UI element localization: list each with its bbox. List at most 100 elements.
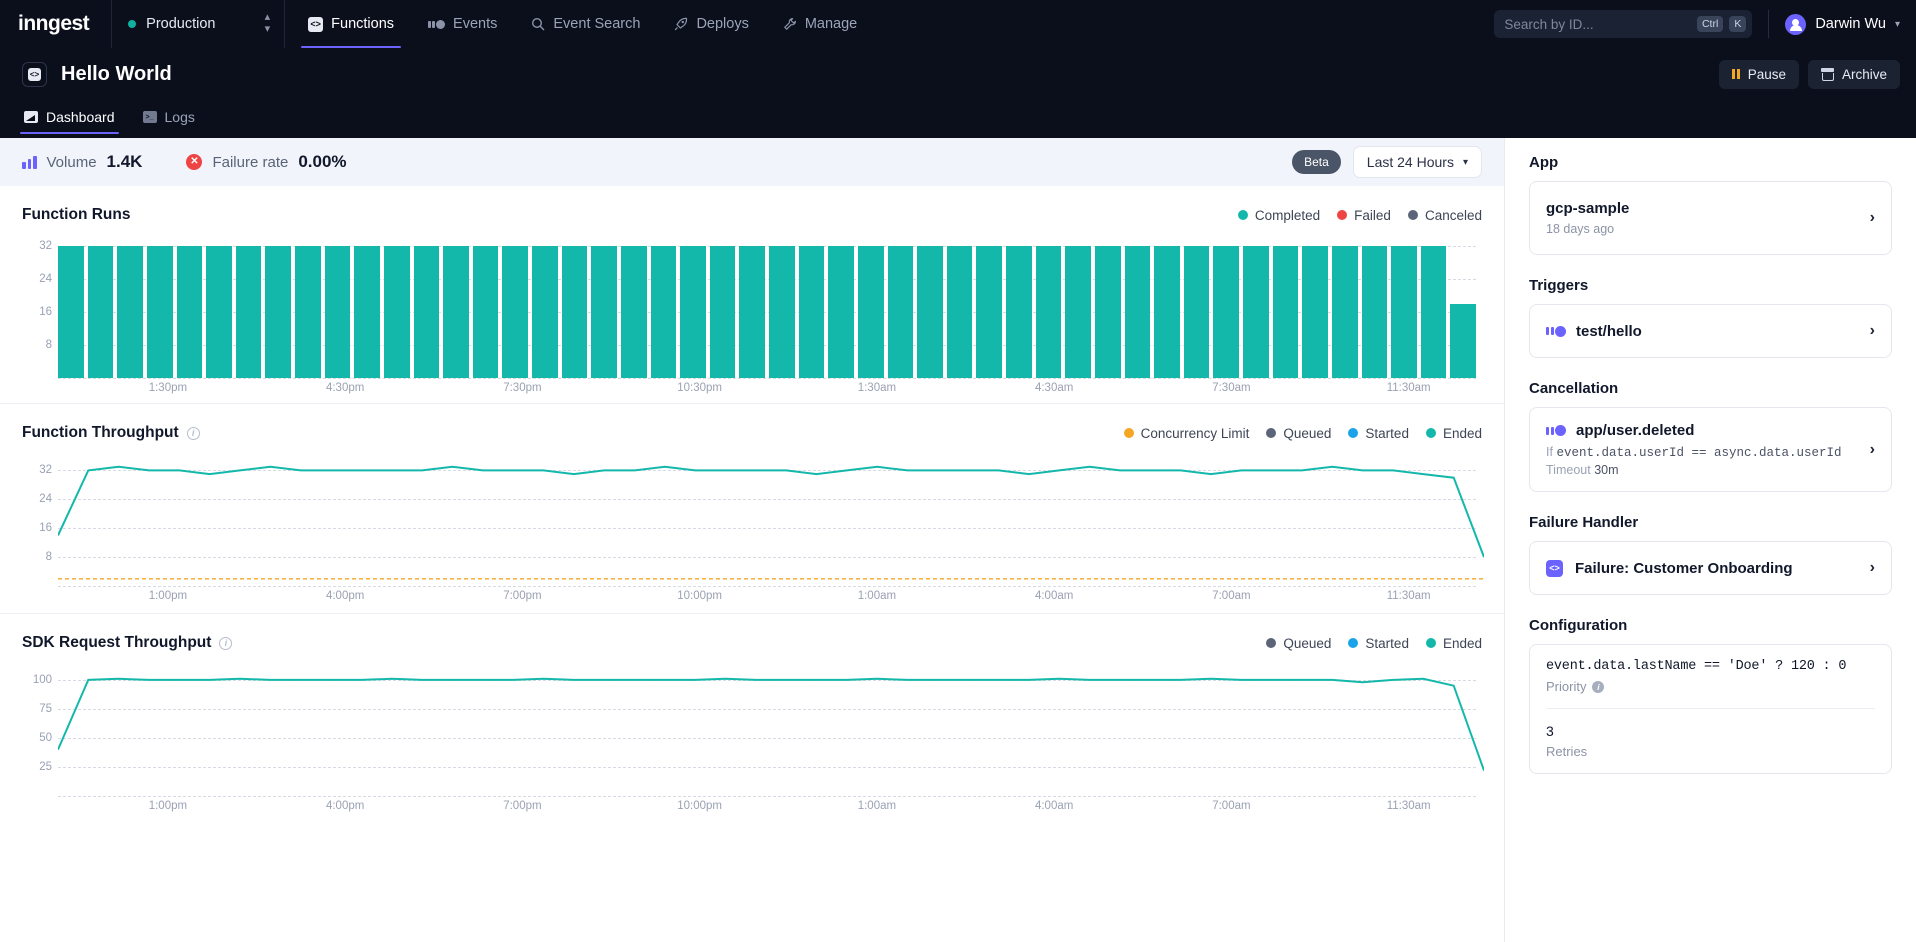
bar[interactable] — [680, 246, 706, 378]
bar[interactable] — [1036, 246, 1062, 378]
chart-sdk-throughput-legend: Queued Started Ended — [1266, 636, 1482, 651]
bar[interactable] — [976, 246, 1002, 378]
y-axis-tick: 8 — [22, 339, 52, 351]
nav-item-functions[interactable]: <> Functions — [291, 0, 411, 48]
bar[interactable] — [354, 246, 380, 378]
info-icon[interactable]: i — [219, 637, 232, 650]
bar[interactable] — [1362, 246, 1388, 378]
time-range-selector[interactable]: Last 24 Hours ▾ — [1353, 146, 1482, 178]
bar[interactable] — [799, 246, 825, 378]
chart-function-throughput-header: Function Throughput i Concurrency Limit … — [22, 420, 1482, 446]
chart-sdk-throughput-header: SDK Request Throughput i Queued Started … — [22, 630, 1482, 656]
nav-item-deploys[interactable]: Deploys — [657, 0, 765, 48]
section-label-failure-handler: Failure Handler — [1529, 514, 1892, 531]
nav-item-event-search[interactable]: Event Search — [514, 0, 657, 48]
legend-dot-started — [1348, 638, 1358, 648]
bar[interactable] — [414, 246, 440, 378]
legend-item-canceled[interactable]: Canceled — [1408, 208, 1482, 223]
bar[interactable] — [1421, 246, 1447, 378]
trigger-card[interactable]: test/hello › — [1529, 304, 1892, 358]
bar[interactable] — [828, 246, 854, 378]
chevron-right-icon: › — [1870, 441, 1875, 459]
charts-column: Volume 1.4K ✕ Failure rate 0.00% Beta La… — [0, 138, 1504, 942]
nav-item-deploys-label: Deploys — [696, 16, 748, 32]
legend-item-ended[interactable]: Ended — [1426, 426, 1482, 441]
bar[interactable] — [888, 246, 914, 378]
legend-item-started[interactable]: Started — [1348, 426, 1409, 441]
bar[interactable] — [265, 246, 291, 378]
bar[interactable] — [147, 246, 173, 378]
x-axis-tick: 7:30am — [1212, 382, 1250, 394]
y-axis-tick: 24 — [22, 493, 52, 505]
legend-item-queued[interactable]: Queued — [1266, 426, 1331, 441]
bar[interactable] — [206, 246, 232, 378]
nav-item-events[interactable]: Events — [411, 0, 514, 48]
bar[interactable] — [502, 246, 528, 378]
bar[interactable] — [473, 246, 499, 378]
x-axis-tick: 11:30am — [1387, 382, 1431, 394]
bar[interactable] — [710, 246, 736, 378]
user-menu[interactable]: Darwin Wu ▾ — [1785, 14, 1900, 35]
bar[interactable] — [384, 246, 410, 378]
bar[interactable] — [1391, 246, 1417, 378]
failure-handler-card[interactable]: <> Failure: Customer Onboarding › — [1529, 541, 1892, 595]
bar[interactable] — [88, 246, 114, 378]
chevron-down-icon: ▾ — [1463, 157, 1468, 168]
user-name: Darwin Wu — [1815, 16, 1886, 32]
bar[interactable] — [739, 246, 765, 378]
app-card[interactable]: gcp-sample 18 days ago › — [1529, 181, 1892, 255]
legend-item-ended[interactable]: Ended — [1426, 636, 1482, 651]
nav-divider-2 — [284, 0, 285, 48]
search-input[interactable]: Search by ID... Ctrl K — [1494, 10, 1752, 38]
bar[interactable] — [325, 246, 351, 378]
y-axis-tick: 8 — [22, 551, 52, 563]
bar[interactable] — [858, 246, 884, 378]
bar[interactable] — [591, 246, 617, 378]
bar[interactable] — [1006, 246, 1032, 378]
environment-selector[interactable]: Production ▴▾ — [112, 0, 284, 48]
legend-item-concurrency-limit[interactable]: Concurrency Limit — [1124, 426, 1250, 441]
dashboard-icon — [24, 111, 38, 123]
bar[interactable] — [1273, 246, 1299, 378]
inngest-logo[interactable]: inngest — [18, 12, 111, 36]
legend-item-started[interactable]: Started — [1348, 636, 1409, 651]
bar[interactable] — [1302, 246, 1328, 378]
bar[interactable] — [1095, 246, 1121, 378]
bar[interactable] — [562, 246, 588, 378]
bar[interactable] — [295, 246, 321, 378]
bar[interactable] — [947, 246, 973, 378]
info-icon[interactable]: i — [187, 427, 200, 440]
bar[interactable] — [769, 246, 795, 378]
tab-logs[interactable]: >_ Logs — [141, 100, 197, 134]
tab-dashboard[interactable]: Dashboard — [22, 100, 117, 134]
bar[interactable] — [1184, 246, 1210, 378]
pause-button[interactable]: Pause — [1719, 60, 1799, 89]
info-icon[interactable]: i — [1592, 681, 1604, 693]
bar[interactable] — [1213, 246, 1239, 378]
bar[interactable] — [1125, 246, 1151, 378]
legend-item-failed[interactable]: Failed — [1337, 208, 1391, 223]
bar[interactable] — [177, 246, 203, 378]
bar[interactable] — [236, 246, 262, 378]
bar[interactable] — [621, 246, 647, 378]
bar[interactable] — [1154, 246, 1180, 378]
bar[interactable] — [117, 246, 143, 378]
cancellation-card[interactable]: app/user.deleted If event.data.userId ==… — [1529, 407, 1892, 492]
bar[interactable] — [917, 246, 943, 378]
bar[interactable] — [1332, 246, 1358, 378]
bar[interactable] — [58, 246, 84, 378]
nav-item-manage[interactable]: Manage — [766, 0, 874, 48]
legend-item-queued[interactable]: Queued — [1266, 636, 1331, 651]
bar[interactable] — [1243, 246, 1269, 378]
legend-item-completed[interactable]: Completed — [1238, 208, 1320, 223]
bar[interactable] — [1450, 304, 1476, 378]
x-axis-tick: 7:00am — [1212, 590, 1250, 602]
bar[interactable] — [1065, 246, 1091, 378]
bar[interactable] — [443, 246, 469, 378]
bar[interactable] — [532, 246, 558, 378]
legend-dot-completed — [1238, 210, 1248, 220]
bar[interactable] — [651, 246, 677, 378]
cancellation-event: app/user.deleted — [1576, 422, 1694, 439]
chart-sdk-request-throughput: SDK Request Throughput i Queued Started … — [0, 614, 1504, 824]
archive-button[interactable]: Archive — [1808, 60, 1900, 89]
